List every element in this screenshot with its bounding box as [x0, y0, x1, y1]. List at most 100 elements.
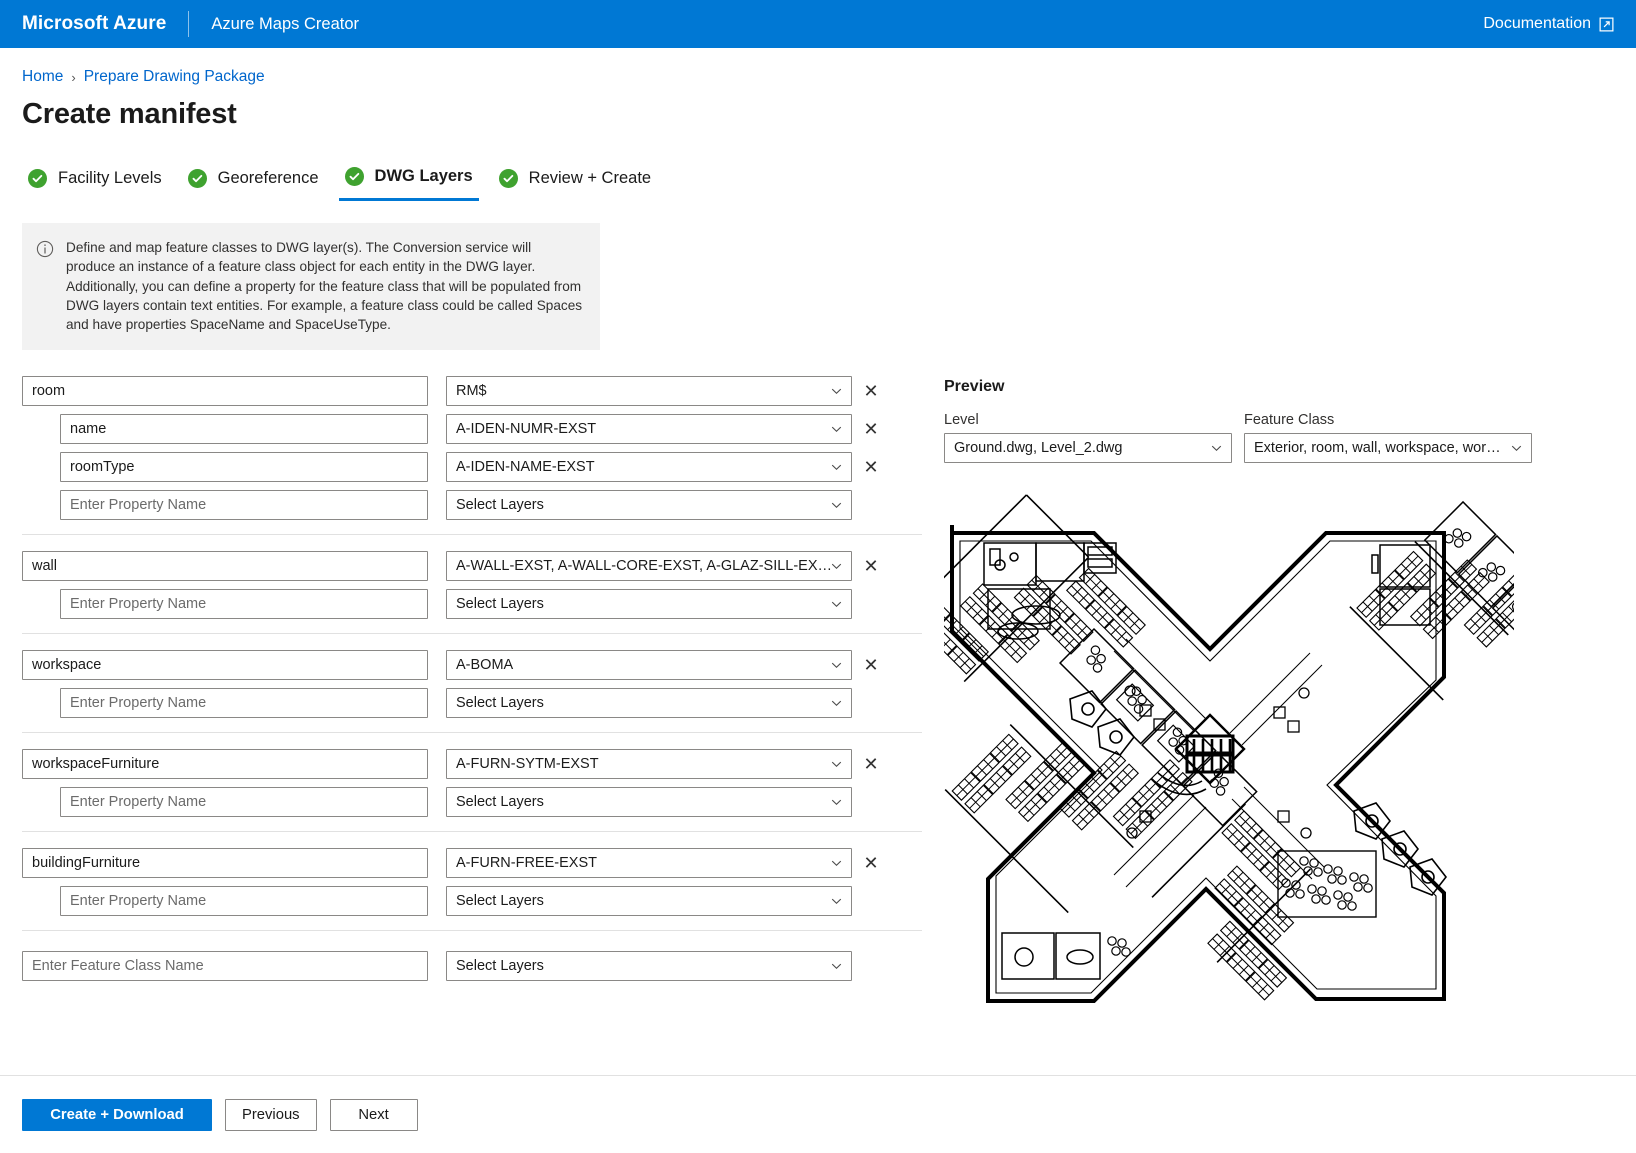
breadcrumb-current-link[interactable]: Prepare Drawing Package [84, 68, 265, 86]
feature-class-delete-cell: ✕ [852, 753, 890, 775]
property-delete-cell: ✕ [852, 456, 890, 478]
delete-feature-class-button[interactable]: ✕ [858, 380, 883, 402]
feature-class-group-workspace: A-BOMA ✕ [22, 650, 922, 733]
dropdown-value: Select Layers [456, 893, 544, 909]
property-row: A-IDEN-NAME-EXST ✕ [22, 452, 922, 482]
info-icon [36, 240, 54, 258]
feature-class-name-input[interactable] [22, 551, 428, 581]
property-layers-dropdown[interactable]: Select Layers [446, 787, 852, 817]
property-name-cell [60, 688, 428, 718]
delete-feature-class-button[interactable]: ✕ [858, 654, 883, 676]
preview-selectors: Level Ground.dwg, Level_2.dwg Feature Cl… [944, 412, 1544, 463]
preview-title: Preview [944, 378, 1544, 396]
feature-class-row: A-WALL-EXST, A-WALL-CORE-EXST, A-GLAZ-SI… [22, 551, 922, 581]
property-layers-dropdown[interactable]: A-IDEN-NAME-EXST [446, 452, 852, 482]
level-selector-block: Level Ground.dwg, Level_2.dwg [944, 412, 1232, 463]
feature-class-group-building-furniture: A-FURN-FREE-EXST ✕ [22, 848, 922, 931]
chevron-down-icon [830, 385, 843, 398]
property-row-empty: Select Layers [22, 589, 922, 619]
feature-class-name-cell [22, 551, 428, 581]
property-layers-dropdown[interactable]: Select Layers [446, 589, 852, 619]
feature-class-layers-cell: A-BOMA [446, 650, 852, 680]
chevron-down-icon [830, 423, 843, 436]
property-layers-dropdown[interactable]: Select Layers [446, 688, 852, 718]
level-dropdown[interactable]: Ground.dwg, Level_2.dwg [944, 433, 1232, 463]
feature-class-name-input[interactable] [22, 749, 428, 779]
floorplan-preview-image[interactable] [944, 481, 1514, 1051]
feature-class-layers-dropdown[interactable]: A-FURN-FREE-EXST [446, 848, 852, 878]
property-row: A-IDEN-NUMR-EXST ✕ [22, 414, 922, 444]
new-feature-class-layers-dropdown[interactable]: Select Layers [446, 951, 852, 981]
property-name-input[interactable] [60, 886, 428, 916]
feature-class-delete-cell: ✕ [852, 852, 890, 874]
feature-class-name-input[interactable] [22, 376, 428, 406]
wizard-step-georeference[interactable]: Georeference [182, 163, 325, 200]
property-name-cell [60, 589, 428, 619]
external-link-icon [1599, 17, 1614, 32]
create-download-button[interactable]: Create + Download [22, 1099, 212, 1131]
dropdown-value: A-FURN-SYTM-EXST [456, 756, 599, 772]
feature-class-row: RM$ ✕ [22, 376, 922, 406]
dropdown-value: RM$ [456, 383, 487, 399]
wizard-step-label: Review + Create [529, 169, 651, 188]
property-name-input[interactable] [60, 490, 428, 520]
delete-feature-class-button[interactable]: ✕ [858, 555, 883, 577]
feature-class-layers-dropdown[interactable]: A-FURN-SYTM-EXST [446, 749, 852, 779]
delete-property-button[interactable]: ✕ [858, 418, 883, 440]
app-name-label: Azure Maps Creator [211, 15, 359, 34]
dropdown-value: A-IDEN-NAME-EXST [456, 459, 595, 475]
feature-class-form: RM$ ✕ [22, 376, 922, 981]
property-name-cell [60, 452, 428, 482]
property-name-input[interactable] [60, 452, 428, 482]
info-banner: Define and map feature classes to DWG la… [22, 223, 600, 350]
property-name-input[interactable] [60, 414, 428, 444]
chevron-down-icon [830, 697, 843, 710]
property-name-input[interactable] [60, 589, 428, 619]
feature-class-name-input[interactable] [22, 848, 428, 878]
property-name-cell [60, 490, 428, 520]
dropdown-value: Ground.dwg, Level_2.dwg [954, 440, 1122, 456]
new-feature-class-name-input[interactable] [22, 951, 428, 981]
chevron-down-icon [830, 560, 843, 573]
page-content: Home › Prepare Drawing Package Create ma… [0, 68, 1636, 1051]
wizard-step-label: Facility Levels [58, 169, 162, 188]
feature-class-layers-cell: A-WALL-EXST, A-WALL-CORE-EXST, A-GLAZ-SI… [446, 551, 852, 581]
feature-class-delete-cell: ✕ [852, 654, 890, 676]
property-name-input[interactable] [60, 787, 428, 817]
dropdown-value: A-IDEN-NUMR-EXST [456, 421, 596, 437]
documentation-link[interactable]: Documentation [1483, 15, 1614, 33]
breadcrumb-home-link[interactable]: Home [22, 68, 63, 86]
feature-class-layers-dropdown[interactable]: A-BOMA [446, 650, 852, 680]
wizard-step-dwg-layers[interactable]: DWG Layers [339, 161, 479, 201]
property-name-input[interactable] [60, 688, 428, 718]
property-layers-cell: Select Layers [446, 787, 852, 817]
chevron-down-icon [1210, 442, 1223, 455]
property-name-cell [60, 414, 428, 444]
page-title: Create manifest [22, 98, 1614, 131]
property-layers-dropdown[interactable]: Select Layers [446, 886, 852, 916]
main-area: RM$ ✕ [22, 376, 1614, 1051]
delete-property-button[interactable]: ✕ [858, 456, 883, 478]
feature-class-name-input[interactable] [22, 650, 428, 680]
wizard-step-facility-levels[interactable]: Facility Levels [22, 163, 168, 200]
feature-class-name-cell [22, 749, 428, 779]
delete-feature-class-button[interactable]: ✕ [858, 753, 883, 775]
previous-button[interactable]: Previous [225, 1099, 317, 1131]
feature-class-layers-dropdown[interactable]: A-WALL-EXST, A-WALL-CORE-EXST, A-GLAZ-SI… [446, 551, 852, 581]
delete-feature-class-button[interactable]: ✕ [858, 852, 883, 874]
property-layers-dropdown[interactable]: Select Layers [446, 490, 852, 520]
azure-brand-logo[interactable]: Microsoft Azure [22, 13, 166, 35]
feature-class-layers-dropdown[interactable]: RM$ [446, 376, 852, 406]
feature-class-filter-dropdown[interactable]: Exterior, room, wall, workspace, wor… [1244, 433, 1532, 463]
brand-divider [188, 11, 189, 37]
top-navigation-bar: Microsoft Azure Azure Maps Creator Docum… [0, 0, 1636, 48]
new-feature-class-layers-cell: Select Layers [446, 951, 852, 981]
next-button[interactable]: Next [330, 1099, 418, 1131]
property-layers-dropdown[interactable]: A-IDEN-NUMR-EXST [446, 414, 852, 444]
chevron-down-icon [830, 758, 843, 771]
dropdown-value: Select Layers [456, 958, 544, 974]
info-banner-text: Define and map feature classes to DWG la… [66, 238, 584, 334]
feature-class-row: A-FURN-FREE-EXST ✕ [22, 848, 922, 878]
wizard-step-review-create[interactable]: Review + Create [493, 163, 657, 200]
dropdown-value: A-FURN-FREE-EXST [456, 855, 597, 871]
